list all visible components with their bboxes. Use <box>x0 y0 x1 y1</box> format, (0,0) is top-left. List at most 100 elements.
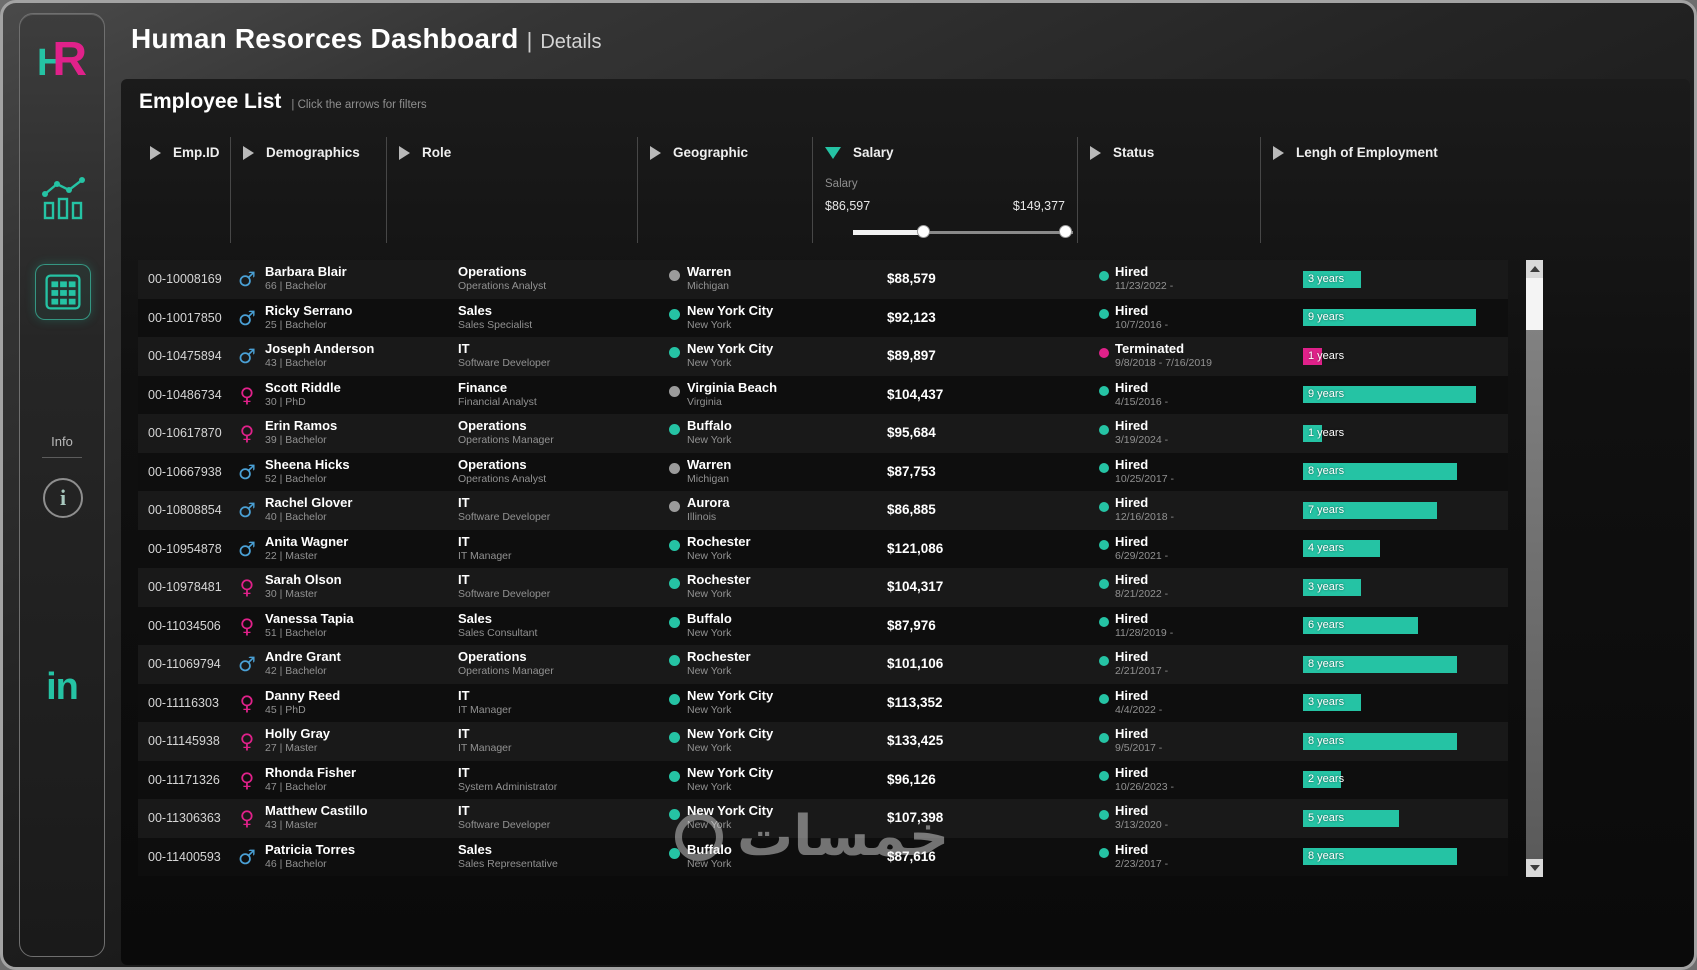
filter-status[interactable]: Status <box>1078 137 1261 243</box>
employee-row[interactable]: 00-11145938 ♀ Holly Gray 27 | Master IT … <box>138 722 1508 761</box>
employee-department: Operations <box>458 264 527 279</box>
employee-role: IT Manager <box>458 742 512 754</box>
geographic-cell: Rochester New York <box>687 534 751 563</box>
name-cell: Rachel Glover 40 | Bachelor <box>265 495 352 524</box>
gender-icon: ♀ <box>239 690 255 715</box>
dashboard-screen: HR Info i in Human Resorces Dashboard | … <box>0 0 1697 970</box>
employee-city: Buffalo <box>687 610 732 626</box>
employee-salary: $87,976 <box>887 617 936 633</box>
employee-table: 00-10008169 ♂ Barbara Blair 66 | Bachelo… <box>138 260 1508 876</box>
info-icon[interactable]: i <box>43 478 83 518</box>
slider-handle-max[interactable] <box>1059 225 1072 238</box>
filter-arrow-icon[interactable] <box>150 145 161 160</box>
employee-role: Operations Manager <box>458 665 554 677</box>
gender-icon: ♂ <box>238 344 256 368</box>
filter-salary[interactable]: Salary Salary $86,597 $149,377 <box>813 137 1078 243</box>
employee-salary: $96,126 <box>887 771 936 787</box>
employee-salary: $92,123 <box>887 309 936 325</box>
filter-arrow-expanded-icon[interactable] <box>825 146 841 159</box>
employee-id: 00-10617870 <box>148 426 222 440</box>
linkedin-icon[interactable]: in <box>20 666 104 709</box>
employee-status: Hired <box>1115 495 1149 510</box>
filter-emp-id[interactable]: Emp.ID <box>138 137 231 243</box>
employee-row[interactable]: 00-11400593 ♂ Patricia Torres 46 | Bache… <box>138 837 1508 876</box>
employee-id: 00-10475894 <box>148 349 222 363</box>
role-cell: Operations Operations Analyst <box>458 457 546 486</box>
status-dot-icon <box>1099 578 1109 589</box>
employee-age-education: 45 | PhD <box>265 703 306 716</box>
filter-arrow-icon[interactable] <box>243 145 254 160</box>
scrollbar-down-button[interactable] <box>1526 859 1543 877</box>
gender-icon: ♀ <box>239 382 255 407</box>
employee-salary: $133,425 <box>887 733 944 748</box>
employee-state: New York <box>687 318 732 331</box>
employee-row[interactable]: 00-10808854 ♂ Rachel Glover 40 | Bachelo… <box>138 491 1508 530</box>
employee-status: Hired <box>1115 379 1149 395</box>
employee-row[interactable]: 00-10978481 ♀ Sarah Olson 30 | Master IT… <box>138 568 1508 607</box>
employee-city: Warren <box>687 456 732 472</box>
role-cell: IT System Administrator <box>458 765 557 794</box>
employee-row[interactable]: 00-10017850 ♂ Ricky Serrano 25 | Bachelo… <box>138 298 1508 337</box>
salary-slider-label: Salary <box>825 178 858 190</box>
tenure-bar: 3 years <box>1303 270 1361 288</box>
filter-role[interactable]: Role <box>387 137 638 243</box>
status-cell: Hired 2/21/2017 - <box>1115 649 1168 678</box>
tenure-bar: 8 years <box>1303 848 1457 865</box>
employee-dates: 4/15/2016 - <box>1115 395 1169 408</box>
city-dot-icon <box>669 539 680 551</box>
filter-arrow-icon[interactable] <box>650 145 661 160</box>
filter-geographic[interactable]: Geographic <box>638 137 813 243</box>
employee-name: Rhonda Fisher <box>265 764 357 780</box>
tenure-label: 6 years <box>1308 619 1345 631</box>
salary-range-slider[interactable] <box>853 225 1073 239</box>
employee-department: Operations <box>458 456 527 472</box>
employee-row[interactable]: 00-10954878 ♂ Anita Wagner 22 | Master I… <box>138 529 1508 568</box>
employee-row[interactable]: 00-11171326 ♀ Rhonda Fisher 47 | Bachelo… <box>138 760 1508 799</box>
employee-row[interactable]: 00-11116303 ♀ Danny Reed 45 | PhD IT IT … <box>138 683 1508 722</box>
tenure-label: 9 years <box>1308 311 1345 323</box>
employee-age-education: 22 | Master <box>265 549 318 562</box>
employee-row[interactable]: 00-10486734 ♀ Scott Riddle 30 | PhD Fina… <box>138 375 1508 414</box>
tenure-bar: 5 years <box>1303 809 1399 827</box>
tenure-bar: 7 years <box>1303 501 1437 519</box>
employee-state: Virginia <box>687 395 722 408</box>
employee-city: New York City <box>687 341 774 356</box>
filter-demographics[interactable]: Demographics <box>231 137 387 243</box>
slider-handle-min[interactable] <box>917 225 930 238</box>
tenure-bar: 8 years <box>1303 655 1457 673</box>
employee-state: Michigan <box>687 472 730 485</box>
employee-age-education: 42 | Bachelor <box>265 665 327 677</box>
tenure-bar-cell: 3 years <box>1303 694 1488 711</box>
employee-row[interactable]: 00-11069794 ♂ Andre Grant 42 | Bachelor … <box>138 645 1508 684</box>
employee-row[interactable]: 00-10617870 ♀ Erin Ramos 39 | Bachelor O… <box>138 414 1508 453</box>
table-scrollbar[interactable] <box>1526 260 1543 877</box>
filter-arrow-icon[interactable] <box>1090 145 1101 160</box>
role-cell: Sales Sales Consultant <box>458 611 537 640</box>
page-subtitle: Details <box>540 31 602 53</box>
nav-table-button[interactable] <box>35 264 91 320</box>
employee-row[interactable]: 00-11306363 ♀ Matthew Castillo 43 | Mast… <box>138 799 1508 838</box>
employee-city: Aurora <box>687 495 730 510</box>
employee-city: New York City <box>687 803 774 818</box>
employee-state: Illinois <box>687 511 717 523</box>
filter-arrow-icon[interactable] <box>1273 145 1284 160</box>
nav-charts-button[interactable] <box>35 172 91 228</box>
filter-length-of-employment[interactable]: Lengh of Employment <box>1261 137 1508 243</box>
scrollbar-up-button[interactable] <box>1526 260 1543 278</box>
employee-salary: $87,616 <box>887 848 936 864</box>
scrollbar-thumb[interactable] <box>1526 278 1543 330</box>
employee-row[interactable]: 00-10008169 ♂ Barbara Blair 66 | Bachelo… <box>138 260 1508 299</box>
employee-status: Hired <box>1115 264 1149 279</box>
employee-city: New York City <box>687 302 774 318</box>
geographic-cell: Warren Michigan <box>687 457 731 486</box>
employee-status: Hired <box>1115 649 1149 664</box>
employee-row[interactable]: 00-10667938 ♂ Sheena Hicks 52 | Bachelor… <box>138 452 1508 491</box>
name-cell: Joseph Anderson 43 | Bachelor <box>265 341 374 370</box>
employee-row[interactable]: 00-10475894 ♂ Joseph Anderson 43 | Bache… <box>138 337 1508 376</box>
employee-row[interactable]: 00-11034506 ♀ Vanessa Tapia 51 | Bachelo… <box>138 606 1508 645</box>
city-dot-icon <box>669 616 680 628</box>
tenure-label: 7 years <box>1308 503 1345 516</box>
status-dot-icon <box>1099 809 1109 820</box>
filter-arrow-icon[interactable] <box>399 145 410 160</box>
employee-age-education: 43 | Bachelor <box>265 357 327 369</box>
